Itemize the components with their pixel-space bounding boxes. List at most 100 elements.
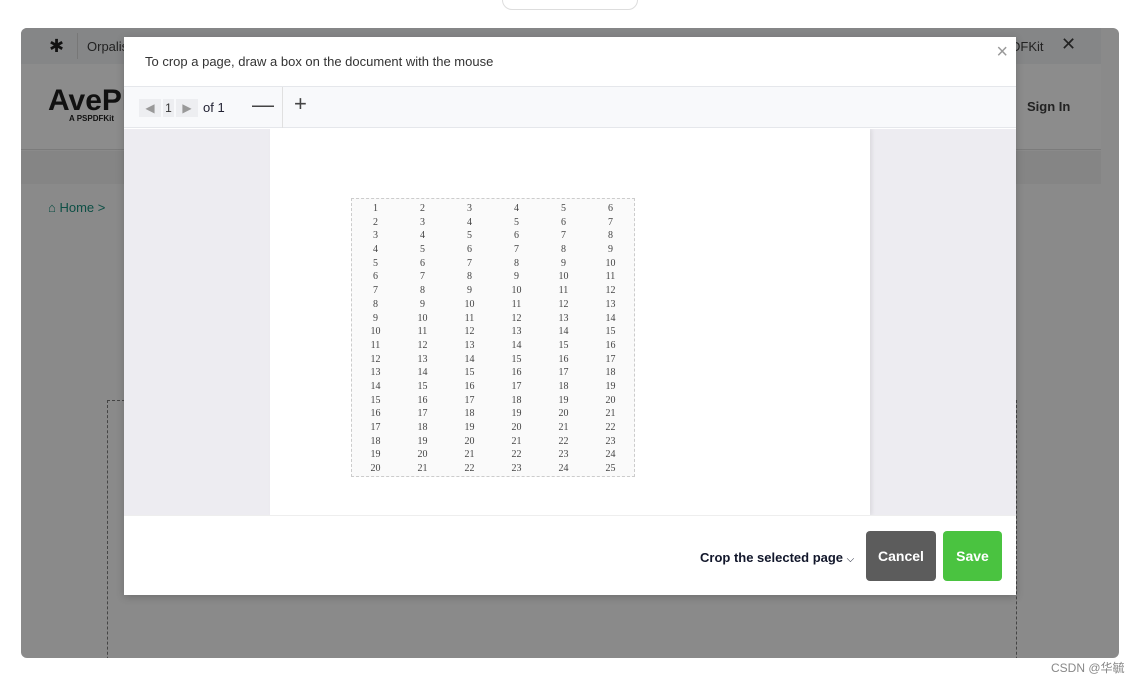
table-cell: 20 — [464, 435, 475, 447]
table-cell: 25 — [605, 463, 616, 475]
table-cell: 20 — [558, 408, 569, 420]
table-cell: 16 — [511, 367, 522, 379]
table-cell: 9 — [467, 285, 472, 297]
table-cell: 13 — [370, 367, 381, 379]
table-cell: 24 — [605, 449, 616, 461]
table-cell: 22 — [558, 435, 569, 447]
table-cell: 20 — [511, 422, 522, 433]
table-cell: 11 — [417, 326, 428, 338]
table-cell: 20 — [370, 463, 381, 475]
table-cell: 12 — [370, 353, 381, 365]
table-cell: 10 — [605, 257, 616, 269]
table-cell: 6 — [514, 230, 519, 242]
top-pill — [502, 0, 638, 10]
table-cell: 8 — [561, 244, 566, 256]
table-row: 11 12 13 14 15 16 — [352, 339, 634, 353]
table-cell: 4 — [420, 230, 425, 242]
table-cell: 18 — [511, 394, 522, 406]
table-cell: 7 — [373, 285, 378, 297]
table-cell: 19 — [605, 380, 616, 392]
page-count: of 1 — [203, 100, 225, 115]
table-cell: 13 — [558, 312, 569, 324]
breadcrumb-home[interactable]: Home — [59, 200, 94, 215]
close-icon[interactable]: × — [996, 41, 1008, 64]
table-cell: 19 — [417, 435, 428, 447]
table-cell: 12 — [464, 326, 475, 338]
table-cell: 16 — [417, 394, 428, 406]
table-cell: 15 — [370, 394, 381, 406]
table-cell: 8 — [373, 298, 378, 310]
table-row: 13 14 15 16 17 18 — [352, 366, 634, 380]
zoom-in-button[interactable]: + — [294, 91, 307, 117]
table-cell: 17 — [417, 408, 428, 420]
table-cell: 10 — [417, 312, 428, 324]
table-cell: 13 — [417, 353, 428, 365]
table-cell: 14 — [417, 367, 428, 379]
table-cell: 22 — [511, 449, 522, 461]
table-cell: 19 — [464, 422, 475, 433]
table-cell: 15 — [417, 380, 428, 392]
table-cell: 18 — [417, 422, 428, 433]
home-icon: ⌂ — [48, 200, 56, 215]
table-row: 16 17 18 19 20 21 — [352, 407, 634, 421]
table-row: 15 16 17 18 19 20 — [352, 394, 634, 408]
next-page-button[interactable]: ▶ — [176, 99, 198, 117]
document-page[interactable]: 1 2 3 4 5 6 2 3 4 5 6 7 3 4 5 6 7 8 4 5 6 7 8 9 5 6 7 8 9 10 6 7 8 9 10 11 7… — [270, 129, 870, 515]
chevron-down-icon: ⌵ — [846, 554, 855, 565]
table-cell: 15 — [511, 353, 522, 365]
table-cell: 23 — [558, 449, 569, 461]
close-banner-icon[interactable]: ✕ — [1061, 34, 1076, 55]
crop-mode-label: Crop the selected page — [700, 550, 844, 565]
page-number-input[interactable]: 1 — [163, 99, 174, 117]
table-cell: 10 — [558, 271, 569, 283]
table-cell: 17 — [370, 422, 381, 433]
table-cell: 6 — [373, 271, 378, 283]
document-viewer[interactable]: 1 2 3 4 5 6 2 3 4 5 6 7 3 4 5 6 7 8 4 5 6 7 8 9 5 6 7 8 9 10 6 7 8 9 10 11 7… — [124, 129, 1016, 515]
table-cell: 7 — [514, 244, 519, 256]
divider — [77, 33, 78, 59]
prev-page-button[interactable]: ◀ — [139, 99, 161, 117]
table-cell: 9 — [373, 312, 378, 324]
table-row: 4 5 6 7 8 9 — [352, 243, 634, 257]
table-cell: 7 — [561, 230, 566, 242]
table-cell: 10 — [464, 298, 475, 310]
table-cell: 6 — [561, 216, 566, 228]
save-button[interactable]: Save — [943, 531, 1002, 581]
table-row: 17 18 19 20 21 22 — [352, 421, 634, 435]
table-cell: 14 — [370, 380, 381, 392]
table-cell: 22 — [464, 463, 475, 475]
table-cell: 5 — [514, 216, 519, 228]
table-cell: 19 — [511, 408, 522, 420]
table-cell: 9 — [561, 257, 566, 269]
table-cell: 5 — [420, 244, 425, 256]
watermark: CSDN @华毓 — [1051, 661, 1125, 675]
table-cell: 18 — [370, 435, 381, 447]
table-cell: 7 — [420, 271, 425, 283]
table-cell: 14 — [605, 312, 616, 324]
table-row: 2 3 4 5 6 7 — [352, 216, 634, 230]
table-cell: 15 — [605, 326, 616, 338]
table-cell: 12 — [558, 298, 569, 310]
table-cell: 23 — [511, 463, 522, 475]
table-cell: 8 — [420, 285, 425, 297]
table-cell: 3 — [373, 230, 378, 242]
table-cell: 21 — [558, 422, 569, 433]
table-cell: 21 — [605, 408, 616, 420]
table-row: 9 10 11 12 13 14 — [352, 312, 634, 326]
table-cell: 11 — [464, 312, 475, 324]
table-row: 5 6 7 8 9 10 — [352, 257, 634, 271]
table-cell: 10 — [370, 326, 381, 338]
dialog-title: To crop a page, draw a box on the docume… — [145, 54, 494, 69]
cancel-button[interactable]: Cancel — [866, 531, 936, 581]
zoom-out-button[interactable]: — — [252, 92, 274, 118]
sign-in-link[interactable]: Sign In — [1027, 99, 1070, 114]
table-cell: 6 — [420, 257, 425, 269]
crop-mode-dropdown[interactable]: Crop the selected page ⌵ — [700, 550, 854, 565]
table-cell: 18 — [605, 367, 616, 379]
table-cell: 12 — [605, 285, 616, 297]
table-cell: 14 — [558, 326, 569, 338]
breadcrumb: ⌂ Home > — [48, 200, 105, 215]
table-cell: 24 — [558, 463, 569, 475]
table-cell: 11 — [605, 271, 616, 283]
table-cell: 22 — [605, 422, 616, 433]
